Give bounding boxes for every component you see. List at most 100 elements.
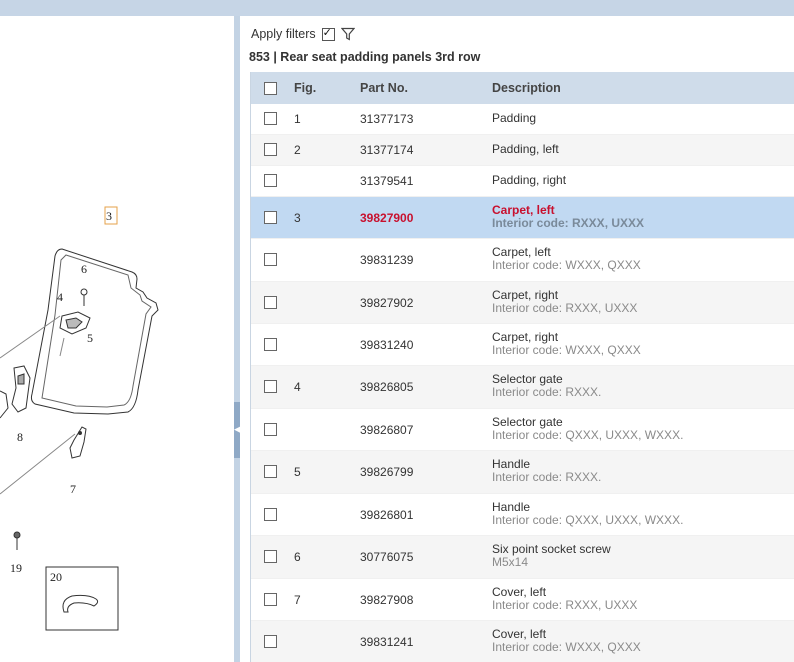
column-header-description[interactable]: Description <box>492 81 561 95</box>
row-checkbox[interactable] <box>264 635 277 648</box>
description-detail: Interior code: WXXX, QXXX <box>492 343 641 357</box>
parts-diagram-panel: 3 6 4 5 8 7 19 20 <box>0 16 234 662</box>
part-number[interactable]: 39826807 <box>360 423 413 437</box>
table-row[interactable]: 31379541 Padding, right <box>251 166 794 197</box>
description: Cover, left Interior code: WXXX, QXXX <box>492 628 641 654</box>
top-bar <box>0 0 794 16</box>
fig-number: 2 <box>294 143 301 157</box>
description-detail: Interior code: RXXX. <box>492 385 602 399</box>
table-row[interactable]: 2 31377174 Padding, left <box>251 135 794 166</box>
select-all-checkbox[interactable] <box>264 82 277 95</box>
row-checkbox[interactable] <box>264 423 277 436</box>
funnel-icon[interactable] <box>340 27 355 41</box>
table-row[interactable]: 7 39827908 Cover, left Interior code: RXXX,… <box>251 579 794 621</box>
parts-list-panel: Apply filters 853 | Rear seat padding pa… <box>240 16 794 662</box>
description: Cover, left Interior code: RXXX, UXXX <box>492 586 637 612</box>
callout-4: 4 <box>57 290 63 304</box>
parts-table: Fig. Part No. Description 1 31377173 Paddi… <box>250 72 794 662</box>
carpet-panel-shape <box>30 248 159 415</box>
table-row[interactable]: 39831239 Carpet, left Interior code: WXXX,… <box>251 239 794 282</box>
table-row[interactable]: 39827902 Carpet, right Interior code: RXXX… <box>251 282 794 324</box>
table-row[interactable]: 39826801 Handle Interior code: QXXX, UXXX,… <box>251 494 794 536</box>
part-number[interactable]: 31377173 <box>360 112 413 126</box>
part-number[interactable]: 39826799 <box>360 465 413 479</box>
row-checkbox[interactable] <box>264 465 277 478</box>
part-number[interactable]: 39831239 <box>360 253 413 267</box>
row-checkbox[interactable] <box>264 296 277 309</box>
part-number[interactable]: 39826805 <box>360 380 413 394</box>
table-row[interactable]: 39831241 Cover, left Interior code: WXXX, … <box>251 621 794 662</box>
row-checkbox[interactable] <box>264 338 277 351</box>
part-number[interactable]: 31379541 <box>360 174 413 188</box>
table-row[interactable]: 6 30776075 Six point socket screw M5x14 <box>251 536 794 579</box>
column-header-part-no[interactable]: Part No. <box>360 81 408 95</box>
fig-number: 1 <box>294 112 301 126</box>
description: Selector gate Interior code: RXXX. <box>492 373 601 399</box>
description: Handle Interior code: RXXX. <box>492 458 601 484</box>
part-number[interactable]: 39826801 <box>360 508 413 522</box>
description-detail: Interior code: WXXX, QXXX <box>492 258 641 272</box>
row-checkbox[interactable] <box>264 143 277 156</box>
description: Carpet, left Interior code: RXXX, UXXX <box>492 204 644 230</box>
table-header: Fig. Part No. Description <box>251 72 794 104</box>
apply-filters-label: Apply filters <box>251 27 316 41</box>
row-checkbox[interactable] <box>264 380 277 393</box>
row-checkbox[interactable] <box>264 253 277 266</box>
description-detail: Interior code: RXXX, UXXX <box>492 598 638 612</box>
table-row[interactable]: 5 39826799 Handle Interior code: RXXX. <box>251 451 794 494</box>
row-checkbox[interactable] <box>264 174 277 187</box>
fig-number: 7 <box>294 593 301 607</box>
description-title: Padding <box>492 111 537 125</box>
fig-number: 4 <box>294 380 301 394</box>
table-body: 1 31377173 Padding 2 31377174 Padding, left 31… <box>251 104 794 662</box>
fig-number: 5 <box>294 465 301 479</box>
part-number[interactable]: 39827902 <box>360 296 413 310</box>
section-title: 853 | Rear seat padding panels 3rd row <box>249 50 481 64</box>
callout-7: 7 <box>70 482 76 496</box>
callout-5: 5 <box>87 331 93 345</box>
description-detail: Interior code: QXXX, UXXX, WXXX. <box>492 428 684 442</box>
callout-20: 20 <box>50 570 62 584</box>
description-detail: Interior code: WXXX, QXXX <box>492 640 641 654</box>
description-title: Padding, left <box>492 142 559 156</box>
callout-8: 8 <box>17 430 23 444</box>
callout-19: 19 <box>10 561 22 575</box>
callout-6: 6 <box>81 262 87 276</box>
row-checkbox[interactable] <box>264 112 277 125</box>
fig-number: 6 <box>294 550 301 564</box>
table-row[interactable]: 3 39827900 Carpet, left Interior code: RXXX… <box>251 197 794 239</box>
description-detail: M5x14 <box>492 555 529 569</box>
table-row[interactable]: 1 31377173 Padding <box>251 104 794 135</box>
part-number[interactable]: 39827908 <box>360 593 413 607</box>
table-row[interactable]: 39826807 Selector gate Interior code: QXXX… <box>251 409 794 451</box>
row-checkbox[interactable] <box>264 550 277 563</box>
description: Selector gate Interior code: QXXX, UXXX, … <box>492 416 683 442</box>
part-number[interactable]: 31377174 <box>360 143 413 157</box>
part-number[interactable]: 39831241 <box>360 635 413 649</box>
description: Padding <box>492 112 536 125</box>
description-detail: Interior code: RXXX, UXXX <box>492 301 638 315</box>
row-checkbox[interactable] <box>264 593 277 606</box>
description-detail: Interior code: QXXX, UXXX, WXXX. <box>492 513 684 527</box>
table-row[interactable]: 4 39826805 Selector gate Interior code: RXX… <box>251 366 794 409</box>
parts-diagram: 3 6 4 5 8 7 19 20 <box>0 206 159 631</box>
description: Carpet, right Interior code: WXXX, QXXX <box>492 331 641 357</box>
row-checkbox[interactable] <box>264 211 277 224</box>
description: Carpet, left Interior code: WXXX, QXXX <box>492 246 641 272</box>
row-checkbox[interactable] <box>264 508 277 521</box>
callout-3: 3 <box>106 209 112 223</box>
part-number[interactable]: 30776075 <box>360 550 413 564</box>
description: Padding, left <box>492 143 559 156</box>
column-header-fig[interactable]: Fig. <box>294 81 316 95</box>
description: Handle Interior code: QXXX, UXXX, WXXX. <box>492 501 683 527</box>
apply-filters-checkbox[interactable] <box>321 26 335 41</box>
description-detail: Interior code: RXXX, UXXX <box>492 216 645 230</box>
apply-filters: Apply filters <box>251 26 355 42</box>
part-number[interactable]: 39827900 <box>360 211 413 225</box>
fig-number: 3 <box>294 211 301 225</box>
description: Carpet, right Interior code: RXXX, UXXX <box>492 289 637 315</box>
description: Six point socket screw M5x14 <box>492 543 611 569</box>
part-number[interactable]: 39831240 <box>360 338 413 352</box>
description: Padding, right <box>492 174 566 187</box>
table-row[interactable]: 39831240 Carpet, right Interior code: WXXX… <box>251 324 794 366</box>
